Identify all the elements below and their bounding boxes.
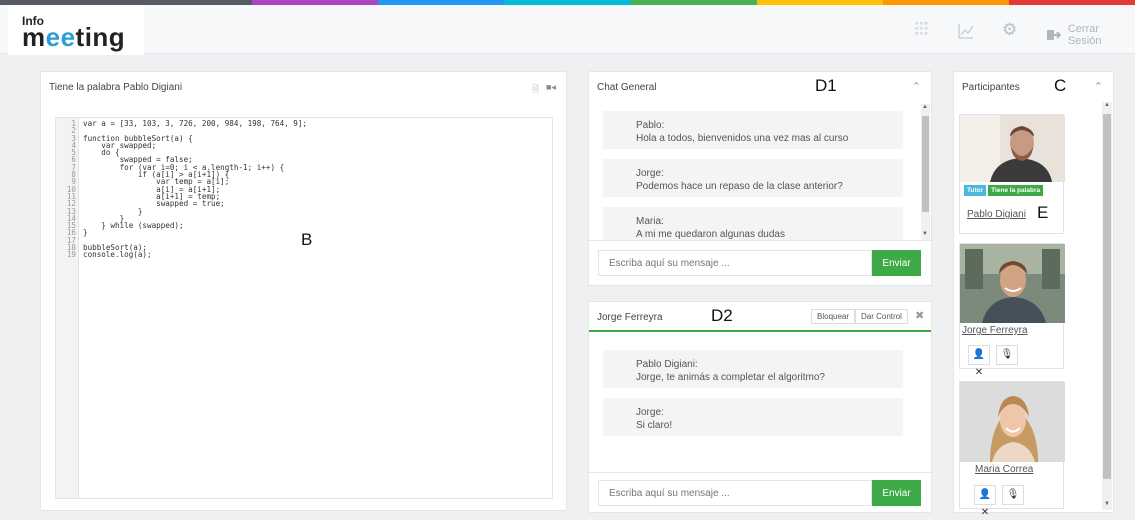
general-chat-compose: Enviar [598,250,921,276]
speaking-badge: Tiene la palabra [988,185,1044,196]
general-chat-title: Chat General [597,82,657,93]
code-content[interactable]: 1 var a = [33, 103, 3, 726, 200, 984, 198… [56,120,307,259]
participant-photo [960,115,1065,182]
annotation-label-d2: D2 [711,306,733,325]
logout-icon [1047,30,1062,40]
participant-card: Tutor Tiene la palabra Pablo Digiani E [959,114,1065,234]
message-author: Pablo: [636,120,665,131]
code-text: } [83,228,88,238]
scrollbar-thumb[interactable] [922,116,929,212]
code-text: } while (swapped); [83,221,184,231]
code-line: 1 var a = [33, 103, 3, 726, 200, 984, 198… [56,119,308,128]
participants-title: Participantes [962,82,1020,93]
general-chat-send-button[interactable]: Enviar [872,250,921,276]
private-chat-compose: Enviar [598,480,921,506]
remove-user-icon[interactable]: 👤✕ [968,345,990,378]
editor-panel-title: Tiene la palabra Pablo Digiani [49,82,183,93]
scrollbar-thumb[interactable] [1103,114,1111,479]
participant-badges: Tutor Tiene la palabra [964,185,1044,196]
editor-panel: Tiene la palabra Pablo Digiani 🗎 ■◂ 1 var… [40,71,567,511]
participant-name[interactable]: Pablo Digiani [967,209,1026,220]
message-text: Si claro! [636,420,673,431]
tutor-badge: Tutor [964,185,987,196]
participant-card: Maria Correa 👤✕ 🎙 [959,381,1065,518]
participant-name[interactable]: Maria Correa [975,464,1033,475]
annotation-label-b: B [301,230,313,249]
chevron-up-icon[interactable]: ⌃ [1094,80,1103,93]
document-icon[interactable]: 🗎 [532,82,539,98]
general-chat-input[interactable] [598,250,872,276]
code-line: 16} [56,228,307,238]
participant-photo [960,382,1065,462]
logout-label: Cerrar Sesión [1067,23,1102,47]
gear-icon[interactable]: ⚙ [1002,20,1017,40]
logo-main-text: meeting [22,22,126,52]
message-author: Jorge: [636,407,664,418]
message-author: Maria: [636,216,664,227]
app-header: Info meeting ∘∘∘ ∘∘∘ ∘∘∘ ⚙ Cerrar Sesión [0,5,1135,55]
private-chat-panel: Jorge Ferreyra D2 Bloquear Dar Control ✖… [588,301,932,513]
give-control-button[interactable]: Dar Control [855,309,908,324]
line-number: 19 [66,250,76,260]
close-icon[interactable]: ✖ [915,309,924,322]
general-chat-header[interactable]: Chat General D1 ⌃ [589,72,931,102]
participants-header[interactable]: Participantes C ⌃ [954,72,1113,102]
private-chat-input[interactable] [598,480,872,506]
chat-message: Jorge: Si claro! [603,398,903,436]
scroll-up-arrow[interactable]: ▲ [922,104,928,110]
participant-photo [960,244,1065,323]
chat-message: Maria: A mi me quedaron algunas dudas [603,207,903,240]
annotation-label-d1: D1 [815,76,837,95]
chat-message: Pablo: Hola a todos, bienvenidos una vez … [603,111,903,149]
code-text: console.log(a); [83,250,152,260]
code-editor[interactable]: 1 var a = [33, 103, 3, 726, 200, 984, 198… [55,117,553,499]
apps-grid-icon[interactable]: ∘∘∘ ∘∘∘ ∘∘∘ [914,19,929,38]
general-chat-messages: Pablo: Hola a todos, bienvenidos una vez … [589,102,922,240]
annotation-label-c: C [1054,76,1067,95]
code-line: 15 } while (swapped); [56,221,307,231]
scroll-down-arrow[interactable]: ▼ [1104,501,1110,507]
general-chat-scrollbar[interactable]: ▲ ▼ [921,104,930,240]
remove-user-icon[interactable]: 👤✕ [974,485,996,518]
participant-name[interactable]: Jorge Ferreyra [962,325,1028,336]
participant-card: Jorge Ferreyra 👤✕ 🎙 [959,243,1065,378]
message-text: Hola a todos, bienvenidos una vez mas al… [636,133,849,144]
chat-message: Pablo Digiani: Jorge, te animás a complet… [603,350,903,388]
private-chat-header: Jorge Ferreyra D2 Bloquear Dar Control ✖ [589,302,931,332]
message-text: A mi me quedaron algunas dudas [636,229,785,240]
participants-panel: Participantes C ⌃ Tutor Tiene la palabra… [953,71,1114,518]
participants-scrollbar[interactable]: ▲ ▼ [1102,102,1112,510]
scroll-down-arrow[interactable]: ▼ [922,231,928,237]
scroll-up-arrow[interactable]: ▲ [1104,102,1110,108]
video-camera-icon[interactable]: ■◂ [546,82,556,93]
message-text: Jorge, te animás a completar el algoritm… [636,372,825,383]
private-chat-send-button[interactable]: Enviar [872,480,921,506]
code-line: 19 console.log(a); [56,250,307,260]
block-button[interactable]: Bloquear [811,309,856,324]
chart-icon[interactable] [958,23,974,39]
private-chat-title: Jorge Ferreyra [597,312,663,323]
chevron-up-icon[interactable]: ⌃ [912,80,921,93]
logout-button[interactable]: Cerrar Sesión [1047,23,1135,47]
app-logo[interactable]: Info meeting [8,5,144,55]
message-author: Jorge: [636,168,664,179]
annotation-label-e: E [1037,203,1049,222]
microphone-icon[interactable]: 🎙 [1002,485,1024,505]
chat-message: Jorge: Podemos hace un repaso de la clase… [603,159,903,197]
code-text: var a = [33, 103, 3, 726, 200, 984, 198,… [83,119,308,128]
editor-panel-header: Tiene la palabra Pablo Digiani 🗎 ■◂ [41,72,566,102]
general-chat-panel: Chat General D1 ⌃ Pablo: Hola a todos, bi… [588,71,932,286]
message-author: Pablo Digiani: [636,359,698,370]
microphone-icon[interactable]: 🎙 [996,345,1018,365]
message-text: Podemos hace un repaso de la clase anter… [636,181,843,192]
